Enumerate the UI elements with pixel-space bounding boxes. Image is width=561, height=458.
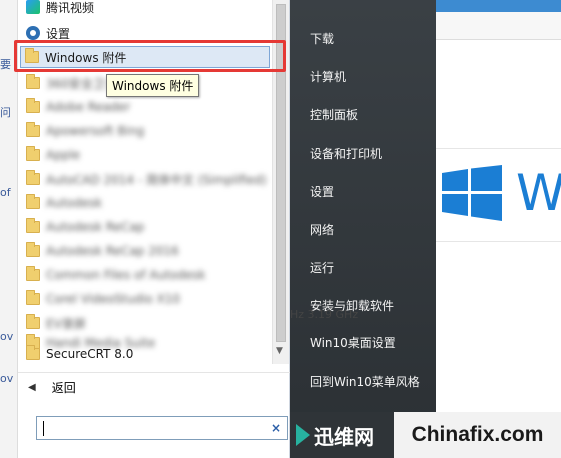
- list-item[interactable]: Autodesk ReCap 2016: [22, 240, 272, 262]
- watermark-arrow-icon: [296, 424, 310, 446]
- folder-icon: [26, 266, 40, 281]
- menu-item-run[interactable]: 运行: [310, 259, 334, 276]
- background-system-window: W: [436, 0, 561, 458]
- text-caret: [43, 421, 44, 436]
- list-item[interactable]: AutoCAD 2014 - 简体中文 (Simplified): [22, 168, 272, 190]
- background-fragment: 要: [0, 58, 11, 71]
- tencent-video-icon: [26, 0, 40, 14]
- program-label: 设置: [46, 26, 71, 41]
- clear-icon[interactable]: ×: [268, 420, 284, 436]
- folder-icon: [26, 314, 40, 329]
- program-label: Autodesk ReCap 2016: [46, 244, 179, 258]
- list-item[interactable]: Corel VideoStudio X10: [22, 288, 272, 310]
- menu-item-back-to-win10-style[interactable]: 回到Win10菜单风格: [310, 373, 420, 390]
- program-label: SecureCRT 8.0: [46, 347, 134, 361]
- gear-icon: [26, 26, 40, 40]
- list-item[interactable]: 腾讯视频: [22, 0, 272, 18]
- windows-wordmark: W: [516, 164, 561, 222]
- scroll-down-arrow-icon[interactable]: ▼: [276, 346, 283, 356]
- list-item[interactable]: Autodesk: [22, 192, 272, 214]
- list-item[interactable]: Apowersoft Bing: [22, 120, 272, 142]
- background-toolbar: [436, 12, 561, 40]
- folder-icon: [26, 218, 40, 233]
- watermark-logo: 迅维网: [290, 412, 394, 458]
- program-label: Autodesk: [46, 196, 103, 210]
- start-menu-right-panel: 下载 计算机 控制面板 设备和打印机 设置 网络 运行 安装与卸载软件 Win1…: [290, 0, 436, 458]
- cpu-speed-text: Hz 3.19 GHz: [290, 308, 359, 321]
- program-label: Apple: [46, 148, 81, 162]
- menu-item-computer[interactable]: 计算机: [310, 68, 346, 85]
- list-item[interactable]: EV录屏: [22, 312, 272, 334]
- list-item[interactable]: Apple: [22, 144, 272, 166]
- list-item[interactable]: Common Files of Autodesk: [22, 264, 272, 286]
- folder-icon: [26, 146, 40, 161]
- watermark-text-en: Chinafix.com: [411, 423, 544, 446]
- folder-icon: [26, 242, 40, 257]
- menu-item-devices-printers[interactable]: 设备和打印机: [310, 145, 382, 162]
- menu-item-win10-desktop-settings[interactable]: Win10桌面设置: [310, 334, 396, 351]
- list-item[interactable]: SecureCRT 8.0: [22, 343, 272, 364]
- background-fragment: ov: [0, 372, 14, 385]
- folder-icon: [26, 194, 40, 209]
- menu-item-network[interactable]: 网络: [310, 221, 334, 238]
- search-input[interactable]: ×: [36, 416, 288, 440]
- program-label: Autodesk ReCap: [46, 220, 145, 234]
- program-label: Apowersoft Bing: [46, 124, 145, 138]
- program-label: Corel VideoStudio X10: [46, 292, 181, 306]
- list-item[interactable]: Adobe Reader: [22, 96, 272, 118]
- folder-icon: [26, 345, 40, 360]
- watermark-site: Chinafix.com: [394, 412, 561, 458]
- background-fragment: 问: [0, 106, 11, 119]
- folder-icon: [26, 74, 40, 89]
- menu-item-downloads[interactable]: 下载: [310, 30, 334, 47]
- left-arrow-icon: ◀: [28, 382, 36, 393]
- menu-item-settings[interactable]: 设置: [310, 183, 334, 200]
- program-label: Adobe Reader: [46, 100, 131, 114]
- back-button[interactable]: ◀ 返回: [18, 372, 290, 402]
- menu-item-control-panel[interactable]: 控制面板: [310, 106, 358, 123]
- highlight-annotation-box: [14, 40, 286, 72]
- tooltip: Windows 附件: [106, 74, 200, 97]
- windows-logo-icon: [442, 165, 502, 221]
- folder-icon: [26, 290, 40, 305]
- folder-icon: [26, 98, 40, 113]
- background-fragment: of: [0, 186, 11, 199]
- background-fragment: ov: [0, 330, 14, 343]
- back-label: 返回: [51, 381, 76, 395]
- program-label: AutoCAD 2014 - 简体中文 (Simplified): [46, 172, 267, 187]
- watermark-text-cn: 迅维网: [314, 424, 374, 449]
- list-item[interactable]: Autodesk ReCap: [22, 216, 272, 238]
- folder-icon: [26, 170, 40, 185]
- program-label: 腾讯视频: [46, 0, 95, 15]
- program-label: Common Files of Autodesk: [46, 268, 206, 282]
- background-titlebar: [436, 0, 561, 12]
- folder-icon: [26, 122, 40, 137]
- program-label: EV录屏: [46, 316, 86, 331]
